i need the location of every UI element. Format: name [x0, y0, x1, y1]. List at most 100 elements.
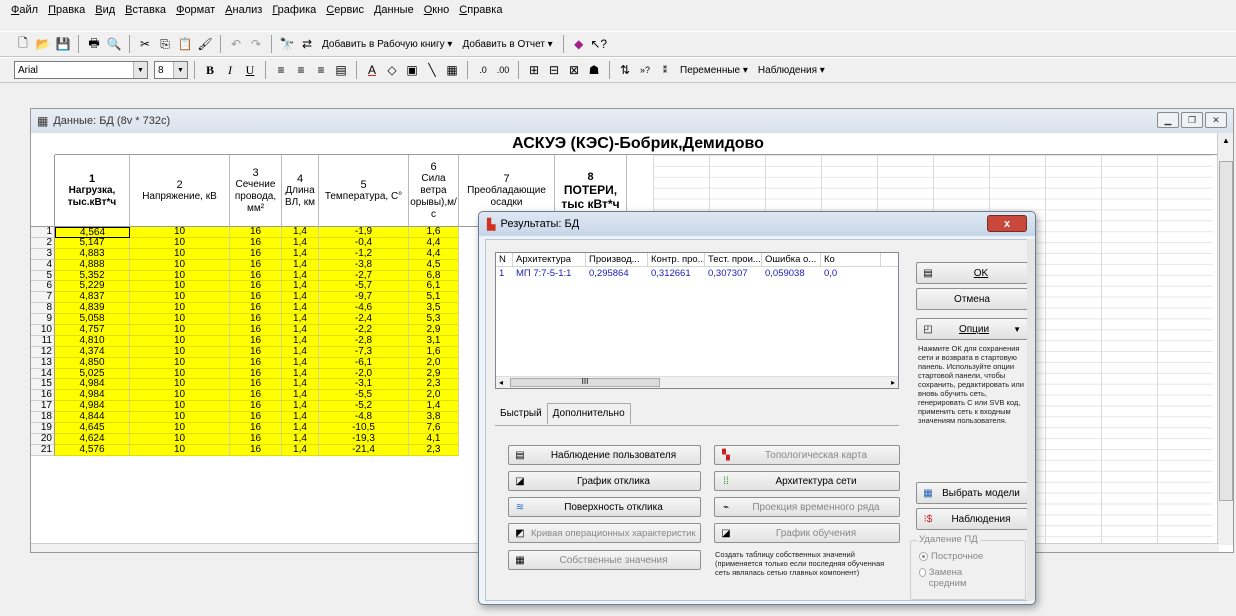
table-cell[interactable]: -6,1 [319, 357, 409, 369]
training-graph-button[interactable]: ◪ График обучения [714, 523, 900, 543]
table-cell[interactable]: -21,4 [319, 444, 409, 456]
roc-curve-button[interactable]: ◩ Кривая операционных характеристик [508, 523, 701, 543]
align-center-icon[interactable]: ≡ [292, 61, 310, 79]
cancel-button[interactable]: Отмена [916, 288, 1028, 310]
results-column-header[interactable]: Ошибка о... [762, 253, 821, 266]
italic-icon[interactable]: I [221, 61, 239, 79]
menu-item[interactable]: Данные [373, 4, 415, 16]
open-icon[interactable]: 📂 [34, 35, 52, 53]
column-header[interactable]: 4 Длина ВЛ, км [282, 155, 319, 227]
font-color-icon[interactable]: A [363, 61, 381, 79]
merge-icon[interactable]: ▤ [332, 61, 350, 79]
print-icon[interactable]: 🖶 [85, 35, 103, 53]
cut-icon[interactable]: ✂ [136, 35, 154, 53]
table-cell[interactable]: 10 [130, 357, 230, 369]
corner-cell[interactable] [31, 155, 55, 227]
add-to-report-button[interactable]: Добавить в Отчет ▾ [458, 39, 556, 50]
row-number[interactable]: 21 [31, 444, 55, 456]
tab-advanced[interactable]: Дополнительно [546, 403, 631, 424]
scroll-left-icon[interactable]: ◂ [499, 378, 503, 387]
network-architecture-button[interactable]: ⁞⁞ Архитектура сети [714, 471, 900, 491]
help-pointer-icon[interactable]: ↖? [590, 35, 608, 53]
table-cell[interactable]: 2,0 [409, 357, 459, 369]
column-header[interactable]: 6 Сила ветра орывы),м/с [409, 155, 459, 227]
dialog-scrollbar[interactable] [1027, 239, 1035, 601]
fill-color-icon[interactable]: ◇ [383, 61, 401, 79]
row-number[interactable]: 13 [31, 357, 55, 369]
redo-icon[interactable]: ↷ [247, 35, 265, 53]
table-cell[interactable]: 16 [230, 259, 282, 271]
vertical-scrollbar[interactable]: ▲ [1217, 133, 1233, 545]
increase-decimal-icon[interactable]: .0 [474, 61, 492, 79]
results-row[interactable]: 1 МП 7:7-5-1:1 0,295864 0,312661 0,307307 0,0… [496, 267, 898, 280]
undo-icon[interactable]: ↶ [227, 35, 245, 53]
menu-item[interactable]: Правка [47, 4, 86, 16]
ok-button[interactable]: ▤ OK [916, 262, 1028, 284]
column-header[interactable]: 5 Температура, С° [319, 155, 409, 227]
align-right-icon[interactable]: ≡ [312, 61, 330, 79]
format-painter-icon[interactable]: 🖌 [196, 35, 214, 53]
font-size-select[interactable]: 8 ▼ [154, 61, 188, 79]
menu-item[interactable]: Файл [10, 4, 39, 16]
results-column-header[interactable]: Производ... [586, 253, 648, 266]
scroll-right-icon[interactable]: ▸ [891, 378, 895, 387]
table-cell[interactable]: 1,4 [282, 259, 319, 271]
underline-icon[interactable]: U [241, 61, 259, 79]
results-column-header[interactable]: N [496, 253, 513, 266]
decrease-decimal-icon[interactable]: .00 [494, 61, 512, 79]
menu-item[interactable]: Сервис [325, 4, 365, 16]
case-icon[interactable]: ☗ [585, 61, 603, 79]
borders-icon[interactable]: ▣ [403, 61, 421, 79]
replace-icon[interactable]: ⇄ [298, 35, 316, 53]
results-table[interactable]: N Архитектура Производ... Контр. про... Тест… [495, 252, 899, 389]
menu-item[interactable]: Анализ [224, 4, 263, 16]
eigenvalues-button[interactable]: ▦ Собственные значения [508, 550, 701, 570]
results-column-header[interactable]: Ко [821, 253, 881, 266]
menu-item[interactable]: Окно [423, 4, 451, 16]
table-cell[interactable]: 16 [230, 444, 282, 456]
menu-item[interactable]: Справка [458, 4, 503, 16]
table-cell[interactable]: 4,576 [55, 444, 130, 456]
scroll-up-icon[interactable]: ▲ [1218, 133, 1234, 147]
observations-button[interactable]: ⁝$ Наблюдения [916, 508, 1028, 530]
scroll-thumb[interactable] [1219, 161, 1233, 501]
paste-icon[interactable]: 📋 [176, 35, 194, 53]
vars-icon[interactable]: »? [636, 61, 654, 79]
column-header[interactable]: 1 Нагрузка, тыс.кВт*ч [55, 155, 130, 227]
minimize-icon[interactable]: ▁ [1157, 112, 1179, 128]
copy-icon[interactable]: ⎘ [156, 35, 174, 53]
bold-icon[interactable]: B [201, 61, 219, 79]
save-icon[interactable]: 💾 [54, 35, 72, 53]
close-button[interactable]: x [987, 215, 1027, 232]
topology-map-button[interactable]: ▚ Топологическая карта [714, 445, 900, 465]
table-format-icon[interactable]: ⊟ [545, 61, 563, 79]
column-header[interactable]: 2 Напряжение, кВ [130, 155, 230, 227]
response-surface-button[interactable]: ≋ Поверхность отклика [508, 497, 701, 517]
time-series-projection-button[interactable]: ⌁ Проекция временного ряда [714, 497, 900, 517]
results-hscrollbar[interactable]: ◂ III ▸ [496, 376, 898, 388]
variable-specs-icon[interactable]: ⊠ [565, 61, 583, 79]
statistics-icon[interactable]: ◆ [570, 35, 588, 53]
radio-row-wise[interactable]: Построчное [919, 551, 983, 562]
scroll-thumb[interactable]: III [510, 378, 660, 387]
table-cell[interactable]: 16 [230, 357, 282, 369]
table-cell[interactable]: 1,4 [282, 357, 319, 369]
add-to-workbook-button[interactable]: Добавить в Рабочую книгу ▾ [318, 39, 456, 50]
tab-quick[interactable]: Быстрый [495, 403, 547, 424]
sort-icon[interactable]: ⇅ [616, 61, 634, 79]
align-left-icon[interactable]: ≡ [272, 61, 290, 79]
table-cell[interactable]: 2,3 [409, 444, 459, 456]
menu-item[interactable]: Графика [271, 4, 317, 16]
table-cell[interactable]: 1,4 [282, 444, 319, 456]
variables-menu[interactable]: Переменные ▾ [676, 65, 752, 76]
cases-icon[interactable]: ⁑ [656, 61, 674, 79]
close-icon[interactable]: ✕ [1205, 112, 1227, 128]
find-icon[interactable]: 🔭 [278, 35, 296, 53]
table-cell[interactable]: 4,850 [55, 357, 130, 369]
column-header[interactable]: 3 Сечение провода, мм² [230, 155, 282, 227]
table-icon[interactable]: ⊞ [525, 61, 543, 79]
grid-icon[interactable]: ▦ [443, 61, 461, 79]
print-preview-icon[interactable]: 🔍 [105, 35, 123, 53]
table-cell[interactable]: -3,8 [319, 259, 409, 271]
row-number[interactable]: 4 [31, 259, 55, 271]
